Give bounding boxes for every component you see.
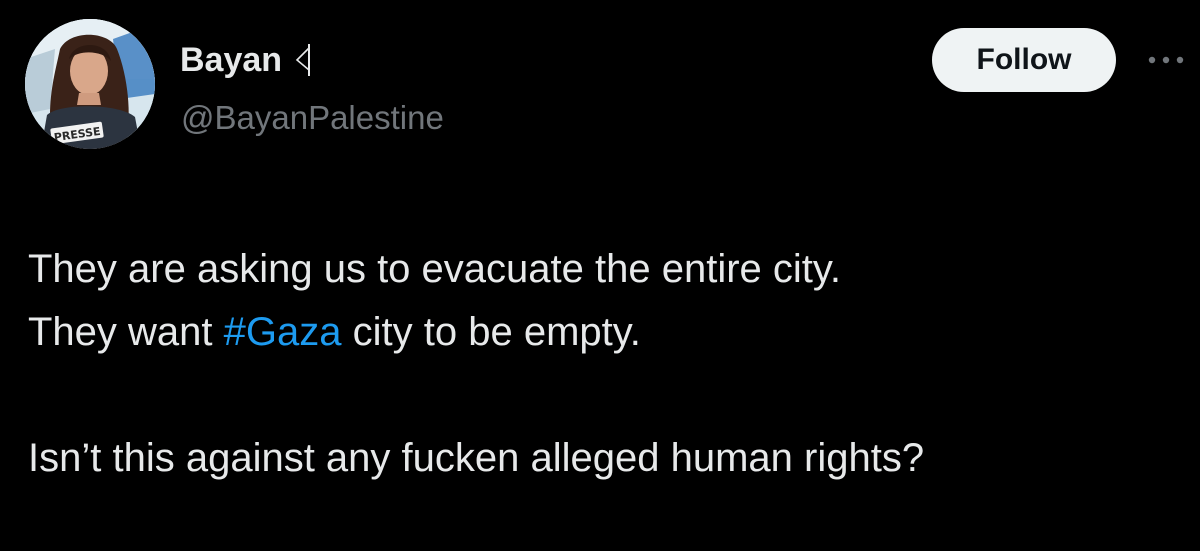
more-horizontal-icon[interactable] (1144, 48, 1188, 72)
author-handle[interactable]: @BayanPalestine (181, 96, 444, 140)
tweet-text: They are asking us to evacuate the entir… (28, 238, 1188, 490)
follow-button[interactable]: Follow (932, 28, 1116, 92)
author-name-row: Bayan (180, 38, 316, 82)
author-display-name[interactable]: Bayan (180, 38, 282, 82)
tweet-card: PRESSE Bayan @BayanPalestine Follow They… (0, 0, 1200, 551)
palestine-flag-icon (292, 42, 316, 78)
tweet-line-2: They want #Gaza city to be empty. (28, 301, 1188, 364)
tweet-line-1: They are asking us to evacuate the entir… (28, 247, 842, 291)
tweet-line-3: Isn’t this against any fucken alleged hu… (28, 436, 925, 480)
tweet-line-2-start: They want (28, 310, 224, 354)
tweet-line-2-end: city to be empty. (341, 310, 641, 354)
avatar[interactable]: PRESSE (25, 19, 155, 149)
avatar-photo: PRESSE (25, 19, 155, 149)
hashtag-link[interactable]: #Gaza (224, 310, 342, 354)
